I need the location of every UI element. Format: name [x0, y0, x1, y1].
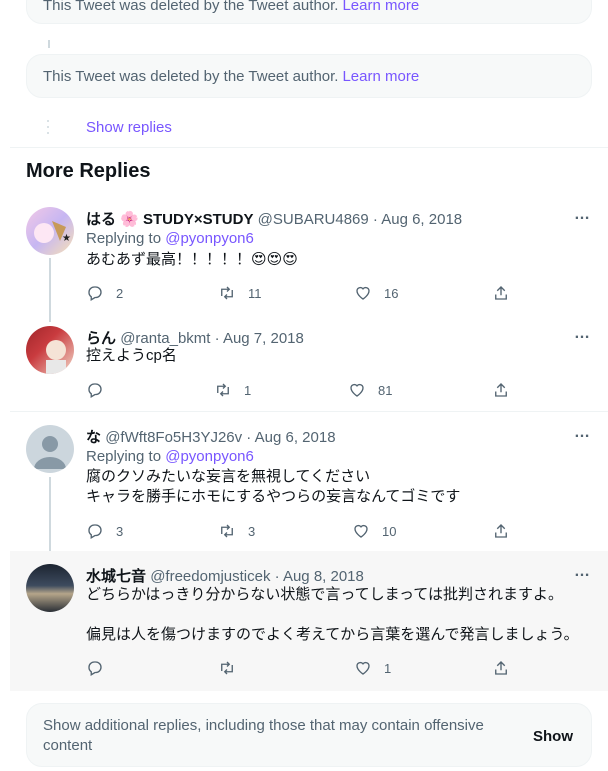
mention-link[interactable]: @pyonpyon6 [165, 230, 254, 247]
retweet-button[interactable] [218, 659, 248, 677]
author-name[interactable]: はる 🌸 STUDY×STUDY [86, 211, 253, 228]
heart-icon [350, 383, 364, 397]
handle-date[interactable]: @fWft8Fo5H3YJ26v · Aug 6, 2018 [105, 429, 335, 446]
tweet-header: 水城七音 @freedomjusticek · Aug 8, 2018 [86, 565, 364, 586]
tweet-header: な @fWft8Fo5H3YJ26v · Aug 6, 2018 [86, 426, 336, 447]
retweet-count: 3 [248, 523, 256, 539]
mention-link[interactable]: @pyonpyon6 [165, 448, 254, 465]
learn-more-link[interactable]: Learn more [342, 0, 419, 14]
deleted-tweet-notice: This Tweet was deleted by the Tweet auth… [26, 54, 592, 98]
author-name[interactable]: らん [86, 330, 116, 347]
reply-icon [88, 383, 102, 398]
thread-connector [49, 258, 51, 322]
show-replies-link[interactable]: Show replies [86, 119, 172, 136]
replying-prefix: Replying to [86, 448, 162, 465]
heart-icon [356, 286, 370, 300]
avatar[interactable] [26, 425, 74, 473]
tweet-text: どちらかはっきり分からない状態で言ってしまっては批判されますよ。 偏見は人を傷つ… [86, 586, 579, 643]
deleted-text: This Tweet was deleted by the Tweet auth… [43, 67, 339, 85]
learn-more-link[interactable]: Learn more [342, 68, 419, 85]
deleted-tweet-notice: This Tweet was deleted by the Tweet auth… [26, 0, 592, 24]
svg-text:★: ★ [62, 233, 71, 244]
reply-count: 2 [116, 285, 124, 301]
heart-icon [356, 661, 370, 675]
retweet-button[interactable]: 3 [218, 522, 255, 540]
like-button[interactable]: 10 [352, 522, 396, 540]
heart-icon [354, 524, 368, 538]
thread-connector [48, 40, 50, 48]
replying-prefix: Replying to [86, 230, 162, 247]
like-button[interactable]: 16 [354, 284, 398, 302]
share-icon [495, 524, 507, 538]
replying-to: Replying to @pyonpyon6 [86, 448, 254, 465]
retweet-icon [221, 524, 233, 538]
show-additional-text: Show additional replies, including those… [43, 717, 484, 754]
tweet-text: あむあず最高！！！！！😍😍😍 [86, 251, 298, 268]
retweet-count: 1 [244, 382, 252, 398]
like-button[interactable]: 81 [348, 381, 392, 399]
replying-to: Replying to @pyonpyon6 [86, 230, 254, 247]
share-button[interactable] [492, 522, 522, 540]
author-name[interactable]: 水城七音 [86, 568, 146, 585]
share-button[interactable] [492, 381, 522, 399]
like-count: 16 [384, 285, 399, 301]
share-icon [495, 383, 507, 397]
share-icon [495, 286, 507, 300]
reply-icon [88, 286, 102, 301]
like-count: 81 [378, 382, 393, 398]
like-button[interactable]: 1 [354, 659, 391, 677]
reply-button[interactable] [86, 659, 116, 677]
tweet-text: 控えようcp名 [86, 347, 177, 364]
deleted-text: This Tweet was deleted by the Tweet auth… [43, 0, 339, 14]
share-button[interactable] [492, 284, 522, 302]
retweet-button[interactable]: 1 [214, 381, 251, 399]
like-count: 10 [382, 523, 397, 539]
divider [10, 147, 608, 148]
section-title: More Replies [26, 160, 151, 182]
show-additional-replies-panel: Show additional replies, including those… [26, 703, 592, 767]
tweet-text: 腐のクソみたいな妄言を無視してください キャラを勝手にホモにするやつらの妄言なん… [86, 468, 461, 505]
avatar[interactable] [26, 564, 74, 612]
retweet-icon [217, 383, 229, 397]
more-options-icon[interactable]: … [574, 424, 591, 442]
reply-button[interactable]: 2 [86, 284, 123, 302]
retweet-count: 11 [248, 285, 262, 301]
reply-icon [88, 661, 102, 676]
reply-button[interactable] [86, 381, 116, 399]
tweet-header: らん @ranta_bkmt · Aug 7, 2018 [86, 327, 304, 348]
reply-icon [88, 524, 102, 539]
retweet-icon [221, 661, 233, 675]
author-name[interactable]: な [86, 429, 101, 446]
handle-date[interactable]: @ranta_bkmt · Aug 7, 2018 [120, 330, 304, 347]
more-options-icon[interactable]: … [574, 325, 591, 343]
share-icon [495, 661, 507, 675]
avatar[interactable]: ★ [26, 207, 74, 255]
thread-dots [47, 120, 49, 138]
avatar[interactable] [26, 326, 74, 374]
share-button[interactable] [492, 659, 522, 677]
handle-date[interactable]: @freedomjusticek · Aug 8, 2018 [150, 568, 364, 585]
reply-button[interactable]: 3 [86, 522, 123, 540]
tweet-header: はる 🌸 STUDY×STUDY @SUBARU4869 · Aug 6, 20… [86, 208, 462, 229]
retweet-button[interactable]: 11 [218, 284, 262, 302]
more-options-icon[interactable]: … [574, 563, 591, 581]
handle-date[interactable]: @SUBARU4869 · Aug 6, 2018 [258, 211, 463, 228]
divider [10, 411, 608, 412]
retweet-icon [221, 286, 233, 300]
show-button[interactable]: Show [533, 728, 573, 745]
reply-count: 3 [116, 523, 124, 539]
more-options-icon[interactable]: … [574, 206, 591, 224]
like-count: 1 [384, 660, 392, 676]
